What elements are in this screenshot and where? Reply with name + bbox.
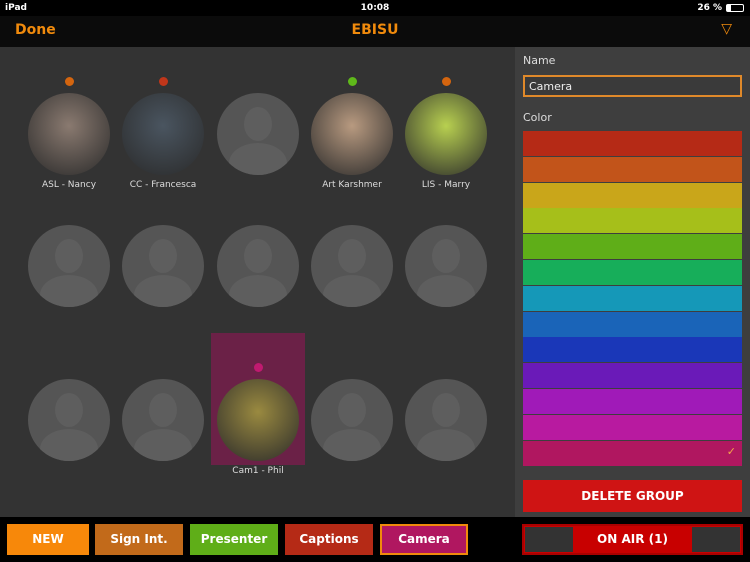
color-swatch[interactable]: ✓ — [523, 440, 742, 466]
avatar-placeholder-icon — [28, 379, 110, 461]
avatar-placeholder-icon — [217, 225, 299, 307]
app-title: EBISU — [351, 22, 399, 38]
color-swatch[interactable] — [523, 414, 742, 440]
color-swatch[interactable] — [523, 285, 742, 311]
status-dot — [254, 363, 263, 372]
status-dot — [159, 77, 168, 86]
source-thumbnail — [28, 93, 110, 175]
status-bar: iPad 10:08 26 % — [0, 0, 750, 16]
avatar-placeholder-icon — [122, 225, 204, 307]
name-label: Name — [523, 54, 556, 67]
group-button[interactable]: Presenter — [190, 524, 278, 555]
color-swatch[interactable] — [523, 260, 742, 285]
source-tile[interactable]: Art Karshmer — [305, 47, 399, 190]
color-swatch[interactable] — [523, 131, 742, 156]
avatar-placeholder-icon — [405, 225, 487, 307]
source-thumbnail — [405, 93, 487, 175]
group-button[interactable]: Sign Int. — [95, 524, 183, 555]
triangle-down-icon[interactable]: ▽ — [721, 21, 732, 37]
status-dot — [348, 77, 357, 86]
color-swatch[interactable] — [523, 363, 742, 389]
source-tile[interactable] — [211, 47, 305, 179]
source-tile[interactable] — [22, 333, 116, 465]
color-swatch[interactable] — [523, 208, 742, 234]
done-button[interactable]: Done — [15, 22, 56, 38]
source-tile[interactable] — [116, 179, 210, 311]
source-tile[interactable] — [305, 179, 399, 311]
avatar-placeholder-icon — [217, 93, 299, 175]
source-tile[interactable]: LIS - Marry — [399, 47, 493, 190]
source-label: Cam1 - Phil — [232, 466, 284, 476]
source-thumbnail — [122, 93, 204, 175]
source-thumbnail — [217, 379, 299, 461]
color-swatch[interactable] — [523, 337, 742, 363]
source-tile[interactable] — [22, 179, 116, 311]
source-thumbnail — [311, 93, 393, 175]
source-tile[interactable]: CC - Francesca — [116, 47, 210, 190]
color-swatch[interactable] — [523, 389, 742, 414]
source-tile[interactable] — [399, 333, 493, 465]
group-name-input[interactable] — [523, 75, 742, 97]
status-dot — [442, 77, 451, 86]
source-tile[interactable] — [399, 179, 493, 311]
delete-group-button[interactable]: DELETE GROUP — [523, 480, 742, 512]
group-editor: Name Color ✓ DELETE GROUP — [515, 47, 750, 517]
group-button[interactable]: Camera — [380, 524, 468, 555]
group-button[interactable]: NEW — [7, 524, 89, 555]
on-air-button[interactable]: ON AIR (1) — [522, 524, 743, 555]
status-dot — [65, 77, 74, 86]
avatar-placeholder-icon — [311, 225, 393, 307]
color-label: Color — [523, 111, 552, 124]
avatar-placeholder-icon — [311, 379, 393, 461]
source-tile[interactable] — [116, 333, 210, 465]
on-air-label: ON AIR (1) — [597, 532, 668, 546]
source-tile[interactable] — [305, 333, 399, 465]
battery-label: 26 % — [697, 3, 722, 13]
source-tile[interactable] — [211, 179, 305, 311]
source-tile[interactable]: ASL - Nancy — [22, 47, 116, 190]
source-grid: ASL - Nancy CC - Francesca Art Karshmer LIS… — [0, 47, 515, 517]
battery-icon — [726, 4, 744, 12]
group-button[interactable]: Captions — [285, 524, 373, 555]
color-swatch[interactable] — [523, 182, 742, 208]
avatar-placeholder-icon — [28, 225, 110, 307]
avatar-placeholder-icon — [122, 379, 204, 461]
clock: 10:08 — [360, 3, 390, 13]
source-tile[interactable]: Cam1 - Phil — [211, 333, 305, 476]
checkmark-icon: ✓ — [726, 444, 736, 458]
avatar-placeholder-icon — [405, 379, 487, 461]
color-swatch[interactable] — [523, 156, 742, 182]
color-swatch[interactable] — [523, 311, 742, 337]
nav-bar: Done EBISU ▽ — [0, 16, 750, 47]
color-swatch[interactable] — [523, 234, 742, 260]
